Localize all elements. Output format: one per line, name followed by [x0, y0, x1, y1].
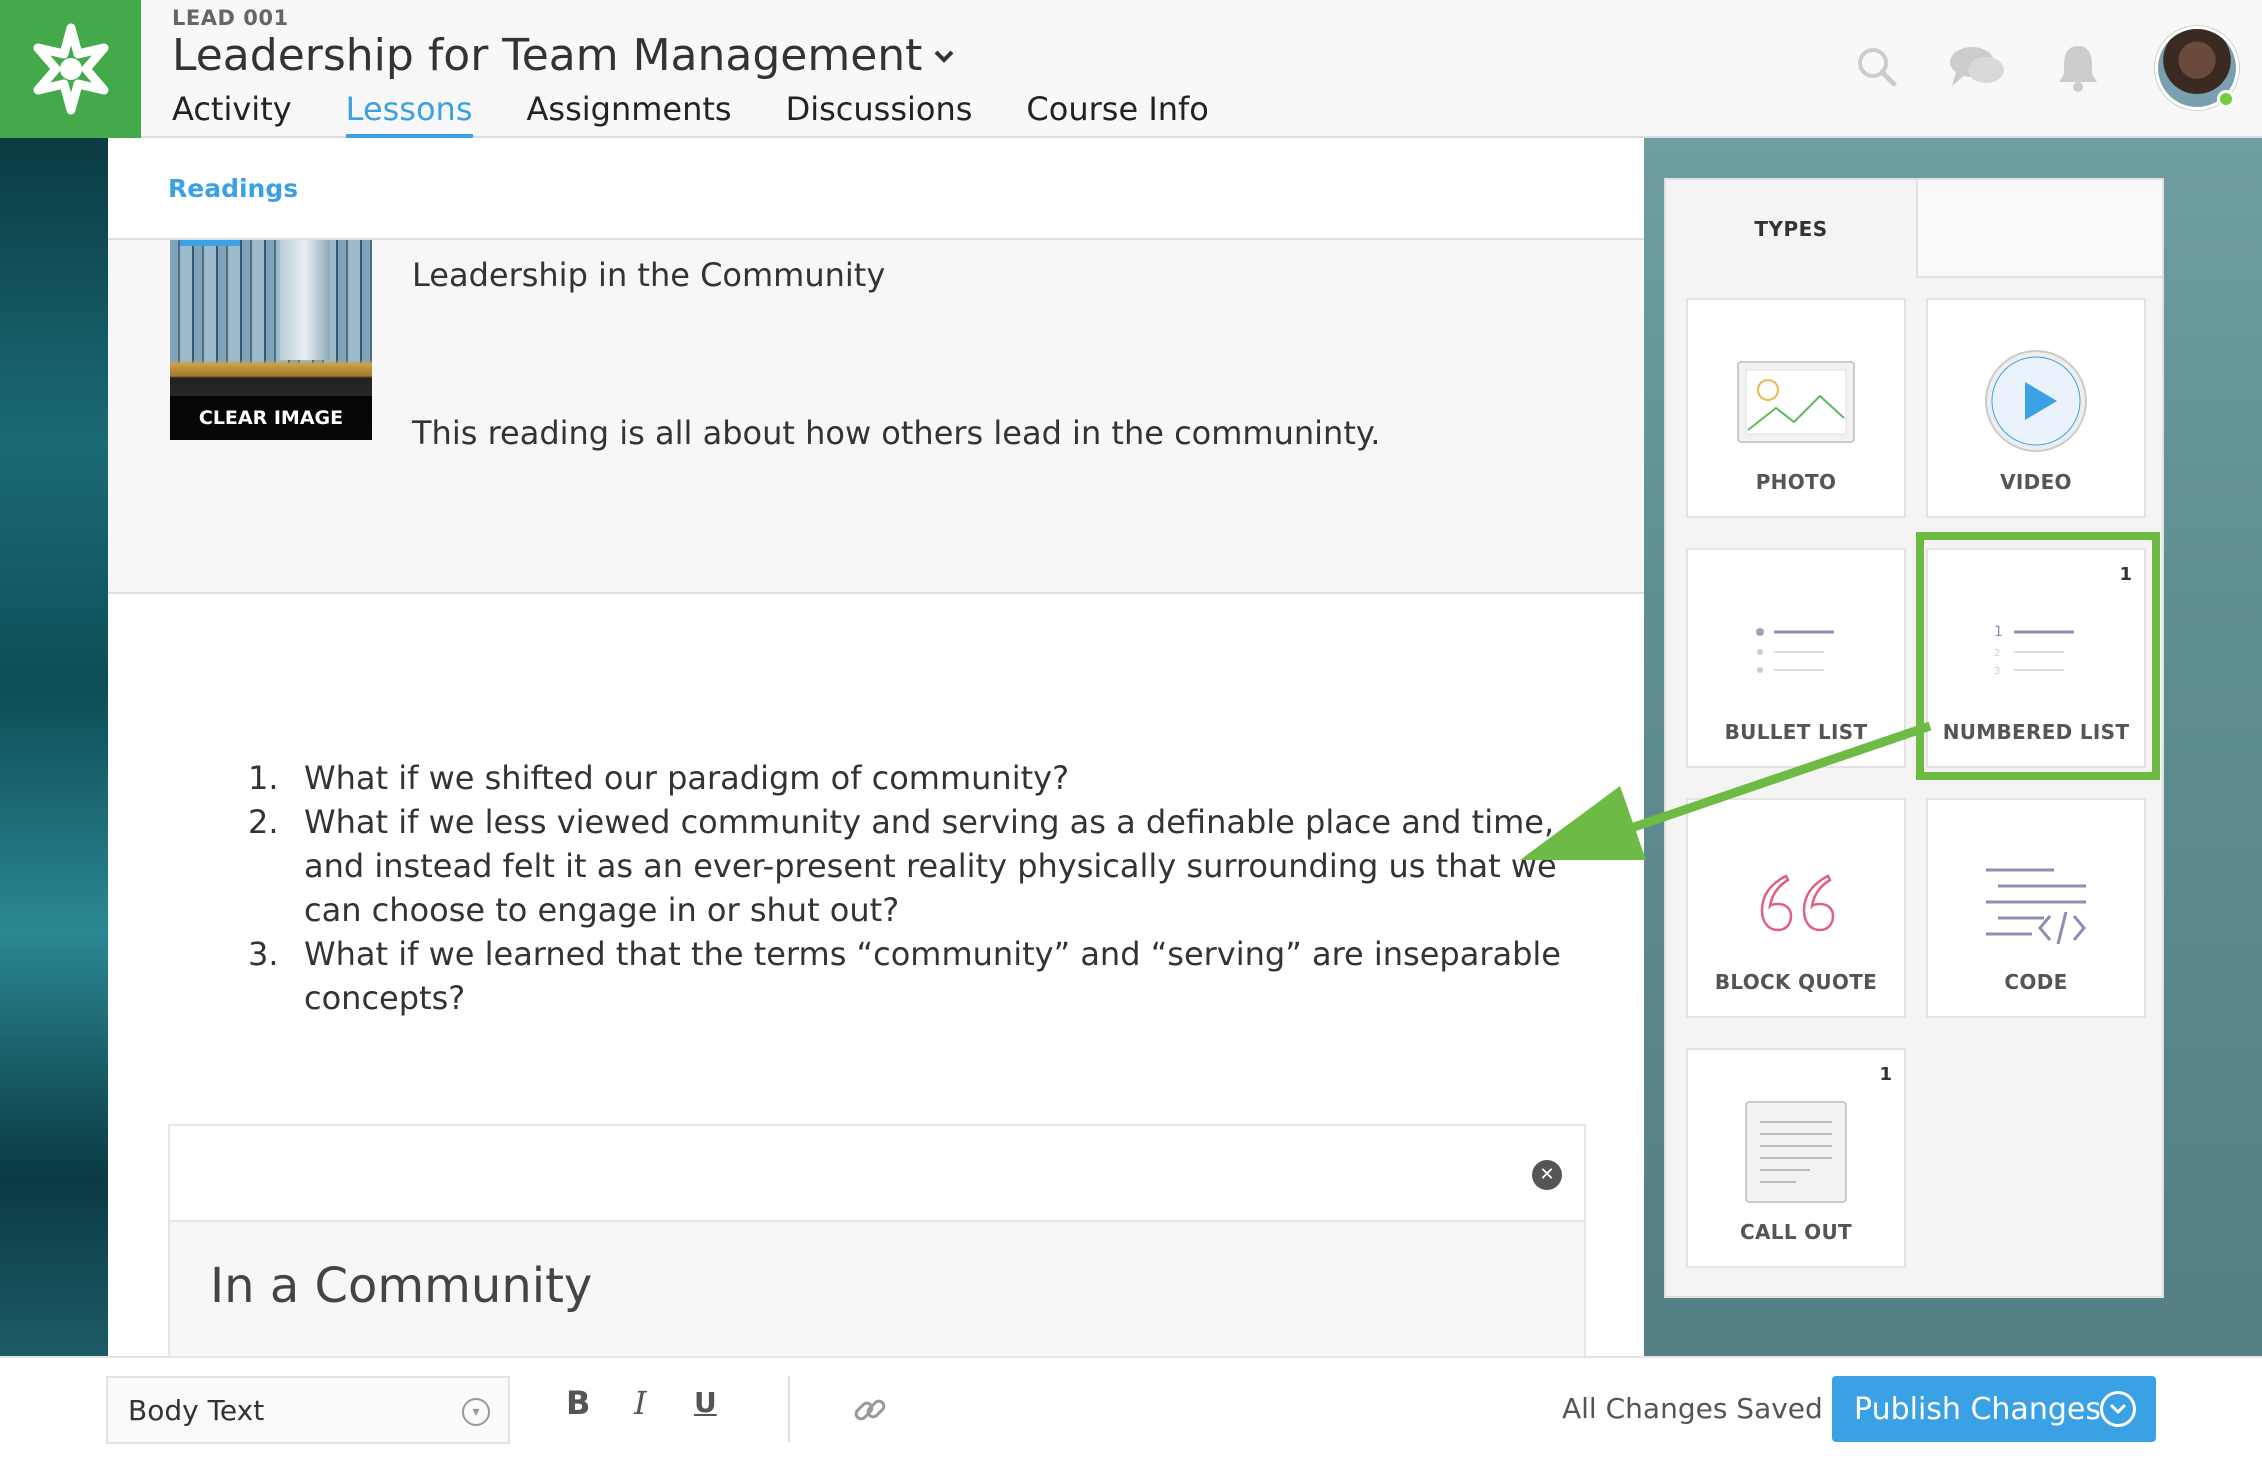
publish-changes-button[interactable]: Publish Changes	[1832, 1376, 2156, 1442]
publish-changes-label: Publish Changes	[1854, 1391, 2101, 1427]
tile-call-out[interactable]: 1 CALL OUT	[1686, 1048, 1906, 1268]
play-icon	[1985, 350, 2087, 452]
course-title: Leadership for Team Management	[172, 30, 923, 81]
callout-header: ✕	[170, 1126, 1584, 1222]
clear-image-button[interactable]: CLEAR IMAGE	[170, 396, 372, 440]
tile-code[interactable]: CODE	[1926, 798, 2146, 1018]
bell-icon[interactable]	[2056, 42, 2100, 92]
bullet-list-icon	[1756, 628, 1834, 673]
numbered-list-block[interactable]: 1. What if we shifted our paradigm of co…	[248, 756, 1644, 1020]
code-icon	[1986, 868, 2086, 945]
svg-text:2: 2	[1994, 648, 2000, 659]
save-status: All Changes Saved	[1562, 1392, 1823, 1425]
callout-block: ✕ In a Community	[168, 1124, 1586, 1356]
online-status-dot	[2217, 90, 2235, 108]
list-item[interactable]: 3. What if we learned that the terms “co…	[248, 932, 1644, 1020]
text-style-value: Body Text	[128, 1393, 265, 1427]
underline-button[interactable]: U	[694, 1386, 717, 1419]
thumbnail-tower-graphic	[280, 240, 330, 360]
svg-text:3: 3	[1994, 666, 2000, 677]
tab-discussions[interactable]: Discussions	[786, 90, 973, 138]
list-item-number: 2.	[248, 803, 279, 841]
tile-video[interactable]: VIDEO	[1926, 298, 2146, 518]
list-item-number: 1.	[248, 759, 279, 797]
reading-card: CLEAR IMAGE Leadership in the Community …	[108, 238, 1644, 594]
toolbar-divider	[788, 1376, 790, 1442]
tile-label: BLOCK QUOTE	[1714, 970, 1878, 994]
italic-button[interactable]: I	[634, 1384, 647, 1422]
close-icon[interactable]: ✕	[1532, 1160, 1562, 1190]
tab-assignments[interactable]: Assignments	[527, 90, 732, 138]
list-item-text[interactable]: What if we learned that the terms “commu…	[304, 932, 1604, 1020]
chevron-down-circle-icon[interactable]	[2100, 1391, 2136, 1427]
tile-photo[interactable]: PHOTO	[1686, 298, 1906, 518]
tile-numbered-list[interactable]: 1 1 2 3 NUMBERED LIST	[1926, 548, 2146, 768]
tile-label: CODE	[2004, 970, 2068, 994]
list-item[interactable]: 1. What if we shifted our paradigm of co…	[248, 756, 1644, 800]
tile-count-badge: 1	[2119, 564, 2132, 585]
lesson-editor: Readings CLEAR IMAGE Leadership in the C…	[108, 138, 1644, 1356]
callout-title[interactable]: In a Community	[210, 1258, 592, 1314]
annotation-arrow	[1520, 721, 1932, 860]
link-icon[interactable]	[852, 1392, 888, 1428]
course-code: LEAD 001	[172, 6, 289, 30]
text-style-select[interactable]: Body Text ▾	[106, 1376, 510, 1444]
svg-text:1: 1	[1994, 624, 2003, 640]
tile-label: CALL OUT	[1740, 1220, 1852, 1244]
asterisk-logo-icon	[33, 23, 108, 115]
tile-label: NUMBERED LIST	[1942, 720, 2130, 744]
tile-label: PHOTO	[1755, 470, 1837, 494]
chevron-down-icon: ▾	[462, 1398, 490, 1426]
background-art-left	[0, 138, 108, 1360]
tab-lessons[interactable]: Lessons	[345, 90, 473, 138]
search-icon[interactable]	[1856, 46, 1898, 88]
course-title-dropdown[interactable]: Leadership for Team Management	[172, 30, 958, 81]
types-panel-tabs: TYPES	[1666, 180, 2162, 278]
tile-count-badge: 1	[1879, 1064, 1892, 1085]
list-item[interactable]: 2. What if we less viewed community and …	[248, 800, 1644, 932]
thumbnail-badge	[180, 240, 240, 246]
reading-thumbnail: CLEAR IMAGE	[170, 240, 372, 440]
main-nav: Activity Lessons Assignments Discussions…	[172, 90, 1209, 138]
chat-icon[interactable]	[1948, 44, 2006, 90]
list-item-number: 3.	[248, 935, 279, 973]
tab-activity[interactable]: Activity	[172, 90, 292, 138]
app-header: LEAD 001 Leadership for Team Management …	[0, 0, 2262, 138]
photo-icon	[1737, 361, 1855, 443]
app-logo[interactable]	[0, 0, 141, 138]
formatting-toolbar: Body Text ▾ B I U All Changes Saved Publ…	[0, 1356, 2262, 1460]
reading-title[interactable]: Leadership in the Community	[412, 256, 885, 294]
numbered-list-icon: 1 2 3	[1994, 624, 2074, 677]
callout-body: In a Community	[170, 1222, 1584, 1356]
breadcrumb-readings[interactable]: Readings	[168, 174, 298, 203]
reading-description[interactable]: This reading is all about how others lea…	[412, 414, 1380, 452]
list-item-text[interactable]: What if we less viewed community and ser…	[304, 800, 1604, 932]
list-item-text[interactable]: What if we shifted our paradigm of commu…	[304, 756, 1604, 800]
tab-secondary[interactable]	[1916, 180, 2162, 278]
tab-types[interactable]: TYPES	[1666, 180, 1916, 278]
tab-course-info[interactable]: Course Info	[1026, 90, 1208, 138]
tile-label: VIDEO	[2000, 470, 2072, 494]
callout-icon	[1745, 1101, 1847, 1203]
chevron-down-icon	[935, 50, 954, 63]
bold-button[interactable]: B	[566, 1384, 590, 1422]
